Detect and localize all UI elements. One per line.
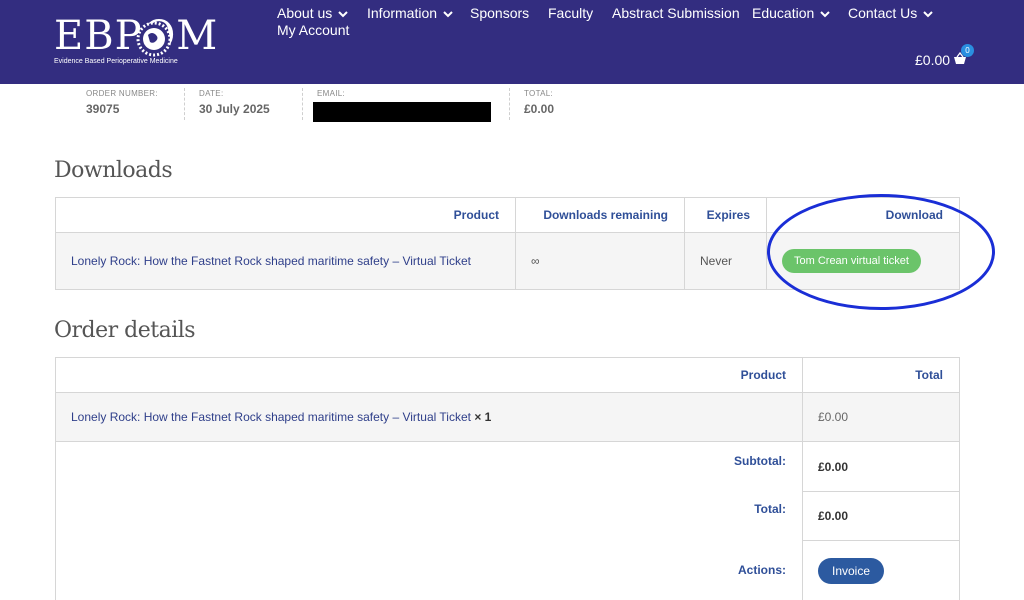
nav-abstract-submission[interactable]: Abstract Submission <box>612 4 740 22</box>
subtotal-label-text: Subtotal: <box>734 454 786 468</box>
nav-label: Contact Us <box>848 5 918 21</box>
order-item-total: £0.00 <box>802 392 960 442</box>
total-label-text: Total: <box>754 501 786 516</box>
nav-label: Faculty <box>548 5 594 21</box>
nav-my-account[interactable]: My Account <box>277 21 349 39</box>
downloads-remaining-value: ∞ <box>515 232 685 290</box>
downloads-heading: Downloads <box>54 158 173 183</box>
order-number: ORDER NUMBER: 39075 <box>72 88 184 120</box>
logo-subtitle: Evidence Based Perioperative Medicine <box>54 58 178 65</box>
download-product-link[interactable]: Lonely Rock: How the Fastnet Rock shaped… <box>71 254 471 268</box>
cart-count-badge: 0 <box>961 44 974 57</box>
order-date-label: DATE: <box>199 89 224 98</box>
nav-faculty[interactable]: Faculty <box>548 4 593 22</box>
actions-row: Actions: Invoice <box>55 540 960 600</box>
chevron-down-icon <box>443 11 453 18</box>
downloads-header-row: Product Downloads remaining Expires Down… <box>55 197 960 233</box>
subtotal-label: Subtotal: <box>55 441 803 492</box>
order-email-label: EMAIL: <box>317 89 346 98</box>
download-cell: Tom Crean virtual ticket <box>766 232 960 290</box>
invoice-button[interactable]: Invoice <box>818 557 885 584</box>
order-item-product: Lonely Rock: How the Fastnet Rock shaped… <box>55 392 803 442</box>
table-row: Lonely Rock: How the Fastnet Rock shaped… <box>55 232 960 290</box>
download-product[interactable]: Lonely Rock: How the Fastnet Rock shaped… <box>55 232 516 290</box>
order-number-label: ORDER NUMBER: <box>86 89 158 98</box>
nav-about-us[interactable]: About us <box>277 4 348 22</box>
nav-label: Sponsors <box>470 5 530 21</box>
table-row: Lonely Rock: How the Fastnet Rock shaped… <box>55 392 960 442</box>
cart-total: £0.00 <box>915 52 951 68</box>
globe-icon <box>136 21 172 57</box>
nav-label: About us <box>277 5 333 21</box>
col-product: Product <box>55 197 516 233</box>
order-item-link[interactable]: Lonely Rock: How the Fastnet Rock shaped… <box>71 410 471 424</box>
tom-crean-ticket-button[interactable]: Tom Crean virtual ticket <box>782 249 921 273</box>
nav-sponsors[interactable]: Sponsors <box>470 4 529 22</box>
chevron-down-icon <box>338 11 348 18</box>
nav-contact-us[interactable]: Contact Us <box>848 4 933 22</box>
order-number-value: 39075 <box>86 102 120 116</box>
actions-cell: Invoice <box>802 540 960 600</box>
order-item-qty: × 1 <box>474 410 492 424</box>
downloads-table: Product Downloads remaining Expires Down… <box>55 197 960 290</box>
nav-information[interactable]: Information <box>367 4 453 22</box>
redacted-email <box>313 102 491 122</box>
ebpom-logo[interactable]: EBPOM Evidence Based Perioperative Medic… <box>54 14 217 68</box>
actions-label-text: Actions: <box>738 563 786 578</box>
col-order-total: Total <box>802 357 960 393</box>
nav-label: My Account <box>277 22 350 38</box>
order-date-value: 30 July 2025 <box>199 102 270 116</box>
chevron-down-icon <box>820 11 830 18</box>
col-download: Download <box>766 197 960 233</box>
order-total: TOTAL: £0.00 <box>509 88 589 120</box>
order-date: DATE: 30 July 2025 <box>184 88 302 120</box>
col-downloads-remaining: Downloads remaining <box>515 197 685 233</box>
nav-label: Information <box>367 5 438 21</box>
order-details-table: Product Total Lonely Rock: How the Fastn… <box>55 357 960 600</box>
order-total-label: TOTAL: <box>524 89 554 98</box>
order-details-heading: Order details <box>54 318 196 343</box>
cart-link[interactable]: £0.00 0 <box>915 44 974 68</box>
nav-label: Education <box>752 5 815 21</box>
col-order-product: Product <box>55 357 803 393</box>
site-header: EBPOM Evidence Based Perioperative Medic… <box>0 0 1024 84</box>
subtotal-value: £0.00 <box>802 441 960 492</box>
actions-label: Actions: <box>55 540 803 600</box>
subtotal-row: Subtotal: £0.00 <box>55 441 960 492</box>
total-row: Total: £0.00 <box>55 491 960 541</box>
order-total-value: £0.00 <box>524 102 555 116</box>
nav-label: Abstract Submission <box>612 5 740 21</box>
total-label: Total: <box>55 491 803 541</box>
total-value: £0.00 <box>802 491 960 541</box>
expires-value: Never <box>684 232 767 290</box>
order-details-header-row: Product Total <box>55 357 960 393</box>
col-expires: Expires <box>684 197 767 233</box>
nav-education[interactable]: Education <box>752 4 830 22</box>
chevron-down-icon <box>923 11 933 18</box>
